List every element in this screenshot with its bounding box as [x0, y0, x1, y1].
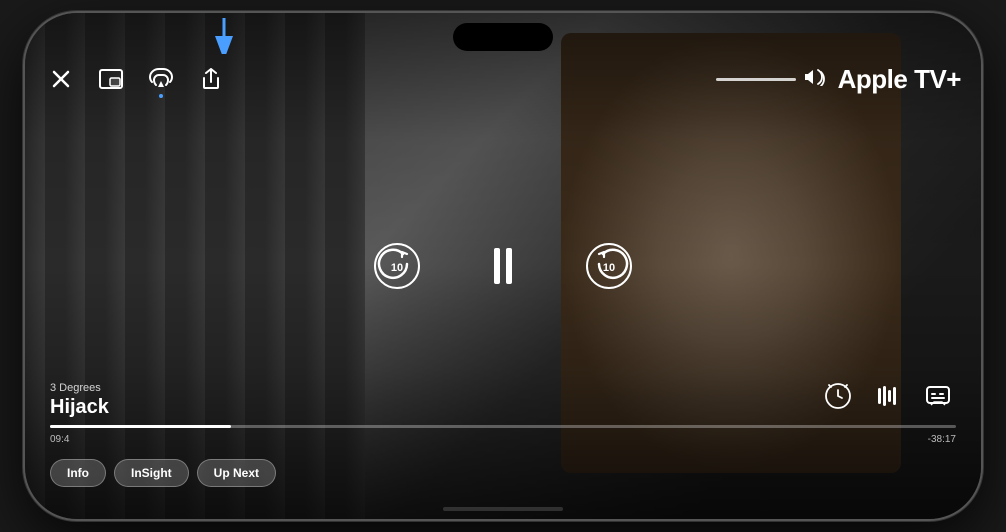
close-button[interactable]	[45, 63, 77, 95]
episode-label: 3 Degrees	[50, 382, 109, 394]
tab-info[interactable]: Info	[50, 459, 106, 487]
power-button[interactable]	[981, 163, 983, 243]
audio-tracks-button[interactable]	[870, 378, 906, 414]
share-button[interactable]	[195, 63, 227, 95]
dynamic-island	[453, 23, 553, 51]
phone-frame: Apple TV+ 10	[23, 11, 983, 521]
tab-up-next[interactable]: Up Next	[197, 459, 276, 487]
svg-text:10: 10	[391, 262, 403, 274]
volume-bar	[716, 78, 796, 81]
center-controls: 10 10	[373, 242, 633, 290]
skip-forward-button[interactable]: 10	[585, 242, 633, 290]
pip-button[interactable]	[95, 63, 127, 95]
top-right-controls: Apple TV+	[716, 64, 961, 95]
apple-tv-logo: Apple TV+	[836, 64, 961, 95]
title-info: 3 Degrees Hijack	[50, 382, 109, 419]
pause-button[interactable]	[481, 244, 525, 288]
right-side-icons	[820, 378, 956, 414]
subtitles-button[interactable]	[920, 378, 956, 414]
progress-bar-bg	[50, 425, 956, 428]
volume-icon	[804, 68, 826, 91]
top-bar: Apple TV+	[45, 63, 961, 95]
time-elapsed: 09:4	[50, 434, 69, 445]
svg-text:10: 10	[603, 262, 615, 274]
tab-insight[interactable]: InSight	[114, 459, 189, 487]
pause-bar-left	[494, 248, 500, 284]
top-left-controls	[45, 63, 227, 95]
skip-back-button[interactable]: 10	[373, 242, 421, 290]
volume-control[interactable]	[716, 68, 826, 91]
time-labels: 09:4 -38:17	[50, 434, 956, 445]
progress-container[interactable]: 09:4 -38:17	[50, 425, 956, 445]
progress-fill	[50, 425, 231, 428]
airplay-button[interactable]	[145, 63, 177, 95]
pause-bar-right	[506, 248, 512, 284]
tv-plus-text: Apple TV+	[838, 64, 961, 95]
controls-overlay: Apple TV+ 10	[25, 13, 981, 519]
bottom-tabs: Info InSight Up Next	[50, 459, 276, 487]
playback-speed-button[interactable]	[820, 378, 856, 414]
tutorial-arrow	[210, 18, 238, 61]
time-remaining: -38:17	[928, 434, 956, 445]
show-title: Hijack	[50, 396, 109, 419]
